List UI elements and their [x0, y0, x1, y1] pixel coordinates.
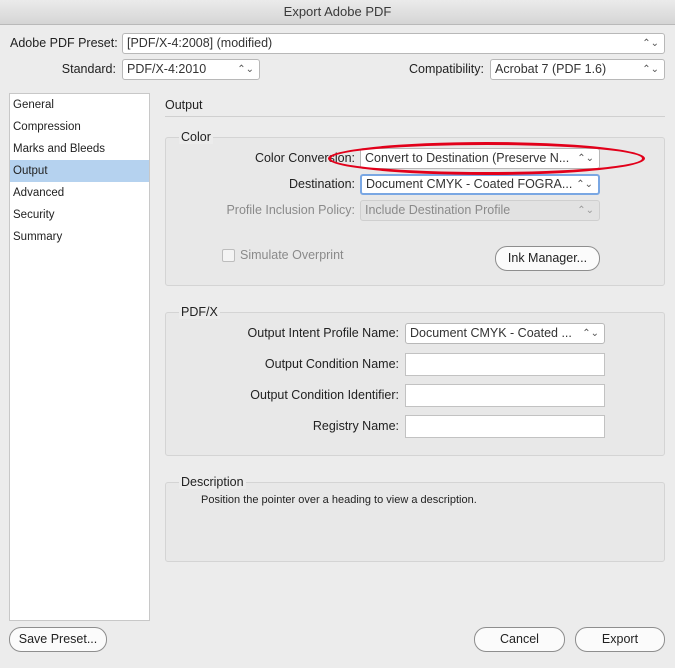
- preset-value: [PDF/X-4:2008] (modified): [127, 36, 273, 50]
- output-intent-select[interactable]: Document CMYK - Coated ... ⌃⌄: [405, 323, 605, 344]
- color-group-title: Color: [179, 130, 213, 144]
- export-button[interactable]: Export: [575, 627, 665, 652]
- sidebar-item-marks-and-bleeds[interactable]: Marks and Bleeds: [10, 138, 149, 160]
- chevron-updown-icon: ⌃⌄: [582, 328, 599, 339]
- color-conversion-value: Convert to Destination (Preserve N...: [365, 151, 570, 165]
- compatibility-value: Acrobat 7 (PDF 1.6): [495, 62, 607, 76]
- profile-inclusion-value: Include Destination Profile: [365, 203, 511, 217]
- chevron-updown-icon: ⌃⌄: [577, 205, 594, 216]
- destination-label: Destination:: [288, 177, 355, 191]
- standard-value: PDF/X-4:2010: [127, 62, 207, 76]
- destination-value: Document CMYK - Coated FOGRA...: [366, 177, 573, 191]
- description-text: Position the pointer over a heading to v…: [201, 494, 477, 506]
- condition-identifier-label: Output Condition Identifier:: [250, 388, 399, 402]
- sidebar-item-compression[interactable]: Compression: [10, 116, 149, 138]
- preset-select[interactable]: [PDF/X-4:2008] (modified) ⌃⌄: [122, 33, 665, 54]
- sidebar-item-security[interactable]: Security: [10, 204, 149, 226]
- profile-inclusion-label: Profile Inclusion Policy:: [226, 203, 355, 217]
- chevron-updown-icon: ⌃⌄: [642, 64, 659, 75]
- window-title: Export Adobe PDF: [0, 0, 675, 25]
- compatibility-label: Compatibility:: [408, 62, 484, 76]
- sidebar-item-output[interactable]: Output: [10, 160, 149, 182]
- destination-select[interactable]: Document CMYK - Coated FOGRA... ⌃⌄: [360, 174, 600, 195]
- chevron-updown-icon: ⌃⌄: [642, 38, 659, 49]
- condition-name-field[interactable]: [405, 353, 605, 376]
- save-preset-button[interactable]: Save Preset...: [9, 627, 107, 652]
- section-divider: [165, 116, 665, 117]
- chevron-updown-icon: ⌃⌄: [237, 64, 254, 75]
- category-sidebar: General Compression Marks and Bleeds Out…: [9, 93, 150, 621]
- output-intent-label: Output Intent Profile Name:: [247, 326, 399, 340]
- registry-name-label: Registry Name:: [312, 419, 399, 433]
- standard-select[interactable]: PDF/X-4:2010 ⌃⌄: [122, 59, 260, 80]
- preset-label: Adobe PDF Preset:: [10, 36, 118, 50]
- color-conversion-label: Color Conversion:: [254, 151, 355, 165]
- condition-name-label: Output Condition Name:: [264, 357, 399, 371]
- sidebar-item-advanced[interactable]: Advanced: [10, 182, 149, 204]
- sidebar-item-general[interactable]: General: [10, 94, 149, 116]
- simulate-overprint-checkbox[interactable]: [222, 249, 235, 262]
- color-conversion-select[interactable]: Convert to Destination (Preserve N... ⌃⌄: [360, 148, 600, 169]
- registry-name-field[interactable]: [405, 415, 605, 438]
- chevron-updown-icon: ⌃⌄: [576, 179, 593, 190]
- chevron-updown-icon: ⌃⌄: [577, 153, 594, 164]
- standard-label: Standard:: [61, 62, 116, 76]
- description-group-title: Description: [179, 475, 246, 489]
- sidebar-item-summary[interactable]: Summary: [10, 226, 149, 248]
- profile-inclusion-select[interactable]: Include Destination Profile ⌃⌄: [360, 200, 600, 221]
- compatibility-select[interactable]: Acrobat 7 (PDF 1.6) ⌃⌄: [490, 59, 665, 80]
- output-intent-value: Document CMYK - Coated ...: [410, 326, 572, 340]
- ink-manager-button[interactable]: Ink Manager...: [495, 246, 600, 271]
- pdfx-group-title: PDF/X: [179, 305, 220, 319]
- simulate-overprint-label: Simulate Overprint: [240, 248, 344, 262]
- cancel-button[interactable]: Cancel: [474, 627, 565, 652]
- condition-identifier-field[interactable]: [405, 384, 605, 407]
- section-title: Output: [165, 98, 203, 112]
